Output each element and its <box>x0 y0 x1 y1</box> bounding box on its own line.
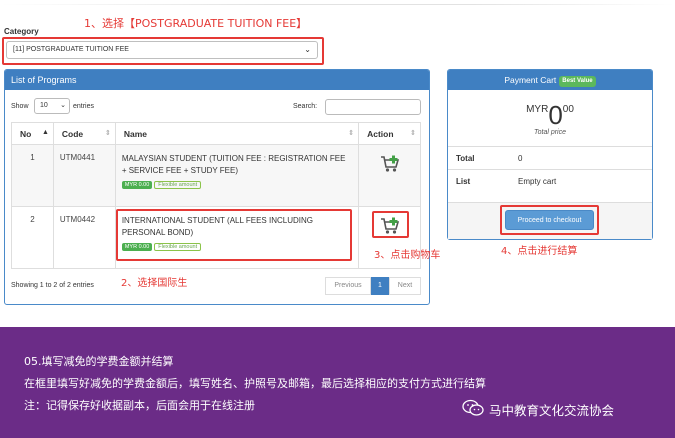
category-highlight <box>2 37 324 65</box>
sort-asc-icon: ▲ <box>41 129 49 136</box>
pagination-previous[interactable]: Previous <box>325 277 371 295</box>
table-info: Showing 1 to 2 of 2 entries <box>11 282 94 289</box>
search-label: Search: <box>293 103 318 110</box>
price-badge: MYR 0.00 <box>121 181 153 189</box>
total-amount: MYR000 <box>449 100 651 131</box>
page-length-select[interactable]: 10 ⌄ <box>34 98 70 114</box>
row-name-cell: MALAYSIAN STUDENT (TUITION FEE : REGISTR… <box>114 144 360 207</box>
row-no: 1 <box>11 144 54 207</box>
total-label: Total <box>456 154 475 163</box>
programs-panel-title: List of Programs <box>5 70 429 90</box>
instruction-text: 在框里填写好减免的学费金额后，填写姓名、护照号及邮箱，最后选择相应的支付方式进行… <box>24 377 486 390</box>
pagination-page-1[interactable]: 1 <box>371 277 389 295</box>
add-to-cart-icon[interactable] <box>380 155 400 173</box>
organization-name: 马中教育文化交流协会 <box>489 403 615 418</box>
search-input[interactable] <box>325 99 421 115</box>
payment-cart-title: Payment Cart Best Value <box>448 70 652 90</box>
cart-divider <box>448 169 652 170</box>
sort-icon: ⇕ <box>104 130 111 137</box>
row-code: UTM0441 <box>52 144 116 207</box>
international-student-highlight <box>116 209 352 261</box>
step2-annotation: 2、选择国际生 <box>121 278 188 289</box>
chevron-down-icon: ⌄ <box>60 102 66 109</box>
flexible-badge: Flexible amount <box>154 181 202 189</box>
program-name: MALAYSIAN STUDENT (TUITION FEE : REGISTR… <box>121 154 346 175</box>
step1-annotation: 1、选择【POSTGRADUATE TUITION FEE】 <box>84 17 308 30</box>
currency-label: MYR <box>526 104 549 115</box>
show-label: Show <box>11 103 29 110</box>
row-no: 2 <box>11 206 54 269</box>
column-header-name[interactable]: Name ⇕ <box>114 122 360 145</box>
row-code: UTM0442 <box>52 206 116 269</box>
list-value: Empty cart <box>518 177 557 186</box>
instruction-title: 05.填写减免的学费金额并结算 <box>24 355 174 368</box>
checkout-highlight <box>500 205 599 235</box>
list-label: List <box>456 177 471 186</box>
pagination-next[interactable]: Next <box>389 277 421 295</box>
step4-annotation: 4、点击进行结算 <box>501 246 578 257</box>
cart-divider <box>448 146 652 147</box>
column-header-no[interactable]: No ▲ <box>11 122 54 145</box>
instruction-note: 注：记得保存好收据副本，后面会用于在线注册 <box>24 399 255 412</box>
amount-integer: 0 <box>548 100 563 130</box>
column-header-action[interactable]: Action ⇕ <box>358 122 421 145</box>
best-value-badge: Best Value <box>559 76 596 87</box>
amount-decimal: 00 <box>562 104 574 115</box>
top-divider <box>0 4 675 5</box>
row-action-cell <box>358 144 421 207</box>
page-length-value: 10 <box>40 102 48 109</box>
category-label: Category <box>4 27 39 36</box>
sort-icon: ⇕ <box>410 130 416 137</box>
total-price-caption: Total price <box>533 129 567 136</box>
table-row: 1 UTM0441 MALAYSIAN STUDENT (TUITION FEE… <box>11 144 421 207</box>
cart-button-highlight <box>372 211 409 238</box>
column-header-code[interactable]: Code ⇕ <box>52 122 116 145</box>
step3-annotation: 3、点击购物车 <box>374 250 441 261</box>
sort-icon: ⇕ <box>348 130 355 137</box>
total-value: 0 <box>518 154 523 163</box>
entries-label: entries <box>73 103 95 110</box>
wechat-icon <box>462 399 484 416</box>
